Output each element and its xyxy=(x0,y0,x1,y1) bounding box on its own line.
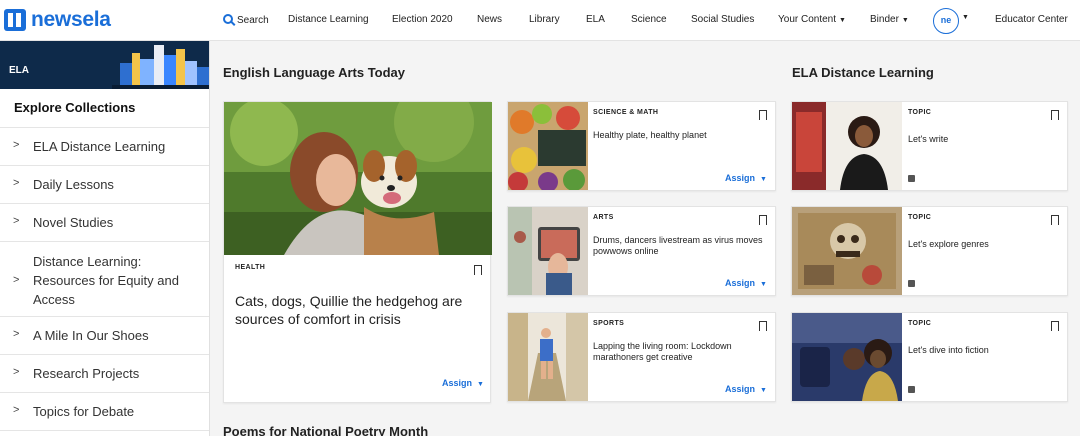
sidebar-item-daily-lessons[interactable]: > Daily Lessons xyxy=(0,166,209,204)
article-headline[interactable]: Lapping the living room: Lockdown marath… xyxy=(593,341,773,363)
bookmark-icon[interactable] xyxy=(1049,321,1059,335)
chevron-right-icon: > xyxy=(13,404,20,416)
newsela-logo-icon xyxy=(4,9,26,31)
assign-button[interactable]: Assign ▼ xyxy=(725,384,767,394)
feature-category: HEALTH xyxy=(235,264,266,271)
user-avatar[interactable]: ne xyxy=(933,8,959,34)
article-thumbnail xyxy=(508,207,588,295)
assign-button[interactable]: Assign ▼ xyxy=(725,278,767,288)
caret-down-icon: ▼ xyxy=(760,387,767,394)
collection-icon xyxy=(906,384,915,393)
article-card[interactable]: ARTS Drums, dancers livestream as virus … xyxy=(507,206,776,296)
article-category: ARTS xyxy=(593,214,614,221)
article-category: SCIENCE & MATH xyxy=(593,109,659,116)
article-thumbnail xyxy=(508,313,588,401)
topic-card[interactable]: TOPIC Let's dive into fiction xyxy=(791,312,1068,402)
nav-educator-center[interactable]: Educator Center xyxy=(995,14,1068,25)
caret-down-icon: ▼ xyxy=(760,176,767,183)
ela-banner: ELA xyxy=(0,41,209,89)
nav-news[interactable]: News xyxy=(477,14,502,25)
feature-article-card[interactable]: HEALTH Cats, dogs, Quillie the hedgehog … xyxy=(223,101,492,403)
nav-election-2020[interactable]: Election 2020 xyxy=(392,14,453,25)
sidebar-item-a-mile-in-our-shoes[interactable]: > A Mile In Our Shoes xyxy=(0,317,209,355)
brand-name: newsela xyxy=(31,8,111,31)
topic-thumbnail xyxy=(792,102,902,190)
chevron-right-icon: > xyxy=(13,215,20,227)
chevron-right-icon: > xyxy=(13,366,20,378)
article-category: SPORTS xyxy=(593,320,625,327)
avatar-caret-icon[interactable]: ▼ xyxy=(962,14,969,21)
chevron-right-icon: > xyxy=(13,328,20,340)
chevron-right-icon: > xyxy=(13,177,20,189)
nav-distance-learning[interactable]: Distance Learning xyxy=(288,14,369,25)
sidebar-item-ela-distance-learning[interactable]: > ELA Distance Learning xyxy=(0,128,209,166)
assign-button[interactable]: Assign ▼ xyxy=(442,378,484,388)
newsela-logo[interactable]: newsela xyxy=(4,8,111,32)
sidebar-item-equity-access[interactable]: > Distance Learning: Resources for Equit… xyxy=(0,242,209,317)
feature-article-image xyxy=(224,102,492,255)
article-card[interactable]: SCIENCE & MATH Healthy plate, healthy pl… xyxy=(507,101,776,191)
caret-down-icon: ▼ xyxy=(901,17,909,24)
topic-headline[interactable]: Let's explore genres xyxy=(908,239,1048,250)
topic-category: TOPIC xyxy=(908,214,932,221)
topic-headline[interactable]: Let's write xyxy=(908,134,1048,145)
bookmark-icon[interactable] xyxy=(1049,215,1059,229)
caret-down-icon: ▼ xyxy=(477,381,484,388)
section-title-ela-today: English Language Arts Today xyxy=(223,65,406,80)
top-navigation: newsela Search Distance Learning Electio… xyxy=(0,0,1080,41)
topic-category: TOPIC xyxy=(908,109,932,116)
nav-ela[interactable]: ELA xyxy=(586,14,605,25)
sidebar-item-novel-studies[interactable]: > Novel Studies xyxy=(0,204,209,242)
sidebar: ELA Explore Collections > ELA Distance L… xyxy=(0,41,210,436)
article-headline[interactable]: Drums, dancers livestream as virus moves… xyxy=(593,235,773,257)
topic-headline[interactable]: Let's dive into fiction xyxy=(908,345,1048,356)
caret-down-icon: ▼ xyxy=(760,281,767,288)
feature-headline[interactable]: Cats, dogs, Quillie the hedgehog are sou… xyxy=(235,292,485,328)
search-icon xyxy=(223,14,233,24)
banner-label: ELA xyxy=(9,65,29,76)
bookmark-icon[interactable] xyxy=(757,215,767,229)
article-thumbnail xyxy=(508,102,588,190)
sidebar-item-research-projects[interactable]: > Research Projects xyxy=(0,355,209,393)
nav-library[interactable]: Library xyxy=(529,14,560,25)
collection-icon xyxy=(906,278,915,287)
bookmark-icon[interactable] xyxy=(757,110,767,124)
assign-button[interactable]: Assign ▼ xyxy=(725,173,767,183)
article-headline[interactable]: Healthy plate, healthy planet xyxy=(593,130,773,141)
bookmark-icon[interactable] xyxy=(757,321,767,335)
bookmark-icon[interactable] xyxy=(1049,110,1059,124)
topic-card[interactable]: TOPIC Let's explore genres xyxy=(791,206,1068,296)
nav-binder[interactable]: Binder ▼ xyxy=(870,14,909,25)
explore-collections-heading: Explore Collections xyxy=(0,89,209,128)
bookmark-icon[interactable] xyxy=(472,265,482,279)
caret-down-icon: ▼ xyxy=(839,17,846,24)
nav-search[interactable]: Search xyxy=(223,14,269,26)
books-illustration xyxy=(112,41,209,89)
nav-science[interactable]: Science xyxy=(631,14,667,25)
article-card[interactable]: SPORTS Lapping the living room: Lockdown… xyxy=(507,312,776,402)
topic-category: TOPIC xyxy=(908,320,932,327)
topic-thumbnail xyxy=(792,207,902,295)
chevron-right-icon: > xyxy=(13,139,20,151)
collection-icon xyxy=(906,173,915,182)
nav-social-studies[interactable]: Social Studies xyxy=(691,14,754,25)
nav-your-content[interactable]: Your Content ▼ xyxy=(778,14,846,25)
section-title-ela-distance-learning: ELA Distance Learning xyxy=(792,65,934,80)
chevron-right-icon: > xyxy=(13,274,20,286)
topic-card[interactable]: TOPIC Let's write xyxy=(791,101,1068,191)
sidebar-item-topics-for-debate[interactable]: > Topics for Debate xyxy=(0,393,209,431)
section-title-poems: Poems for National Poetry Month xyxy=(223,424,429,436)
topic-thumbnail xyxy=(792,313,902,401)
